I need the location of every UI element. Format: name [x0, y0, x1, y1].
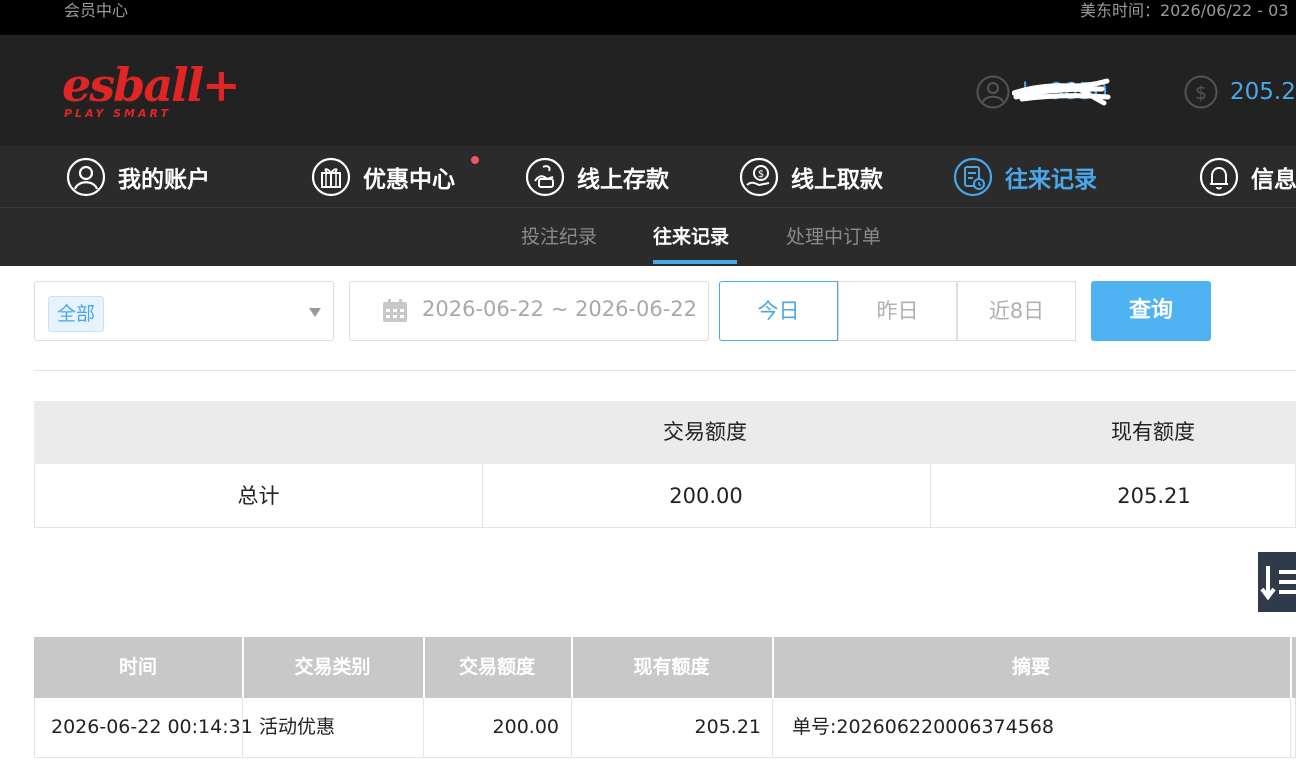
svg-text:$: $ — [758, 169, 764, 180]
quick-today-button[interactable]: 今日 — [719, 281, 838, 341]
col-summary: 摘要 — [1011, 656, 1050, 678]
summary-header-blank — [34, 401, 481, 464]
nav-messages[interactable]: 信息 — [1199, 156, 1296, 198]
nav-label: 线上取款 — [791, 167, 883, 193]
nav-label: 优惠中心 — [363, 167, 455, 193]
summary-total-amount: 200.00 — [669, 484, 743, 508]
sort-button[interactable] — [1258, 552, 1296, 612]
withdraw-icon: $ — [739, 157, 779, 197]
nav-transaction-records[interactable]: 往来记录 — [953, 156, 1097, 198]
logo-wordmark: esball+ — [62, 58, 241, 112]
nav-promotions[interactable]: 优惠中心 — [311, 156, 479, 198]
row-summary: 单号:202606220006374568 — [792, 716, 1054, 738]
summary-total-label: 总计 — [237, 484, 280, 508]
table-row: 2026-06-22 00:14:31 活动优惠 200.00 205.21 单… — [34, 698, 1296, 758]
date-range-text: 2026-06-22 ~ 2026-06-22 — [422, 297, 698, 321]
summary-total-balance: 205.21 — [1117, 484, 1191, 508]
redaction-scribble — [1012, 78, 1111, 106]
cell-divider — [242, 698, 243, 757]
cell-divider — [772, 698, 773, 757]
row-time: 2026-06-22 00:14:31 — [51, 716, 253, 738]
eastern-time-text: 美东时间：2026/06/22 - 03 — [1080, 1, 1289, 20]
col-time: 时间 — [118, 656, 157, 678]
subtab-pending-orders[interactable]: 处理中订单 — [786, 222, 881, 249]
selected-type-chip: 全部 — [48, 296, 105, 332]
user-circle-icon — [976, 75, 1010, 109]
logo-tagline: PLAY SMART — [64, 107, 171, 120]
col-balance: 现有额度 — [633, 656, 710, 678]
bell-icon — [1199, 157, 1239, 197]
header-balance: $ 205.21 — [1184, 75, 1296, 109]
active-tab-indicator — [653, 260, 737, 264]
site-header: esball+ PLAY SMART bc9850 $ 205.21 — [0, 35, 1296, 146]
records-header: 时间 交易类别 交易额度 现有额度 摘要 — [34, 637, 1296, 698]
row-type: 活动优惠 — [259, 716, 336, 738]
summary-header: 交易额度 现有额度 — [34, 401, 1296, 464]
row-amount: 200.00 — [492, 716, 559, 738]
header-divider — [1290, 637, 1292, 698]
esball-logo[interactable]: esball+ PLAY SMART — [62, 57, 241, 125]
top-bar: 会员中心 美东时间：2026/06/22 - 03 — [0, 0, 1296, 35]
balance-text: 205.21 — [1230, 79, 1296, 105]
calendar-icon — [383, 299, 407, 322]
chevron-down-icon — [309, 308, 321, 317]
row-balance: 205.21 — [694, 716, 761, 738]
quick-yesterday-button[interactable]: 昨日 — [838, 281, 957, 341]
divider — [34, 370, 1296, 371]
main-nav: 我的账户 优惠中心 线上存款 $ 线上取款 往来记录 信息 — [0, 146, 1296, 208]
subtab-bet-records[interactable]: 投注纪录 — [521, 222, 597, 249]
subtab-transaction-records[interactable]: 往来记录 — [653, 222, 729, 249]
sort-list-icon — [1260, 566, 1296, 601]
member-center-link[interactable]: 会员中心 — [64, 0, 128, 21]
user-icon — [66, 157, 106, 197]
col-type: 交易类别 — [294, 656, 371, 678]
dollar-circle-icon: $ — [1184, 75, 1218, 109]
nav-label: 我的账户 — [118, 167, 210, 193]
quick-last8days-button[interactable]: 近8日 — [957, 281, 1076, 341]
query-button[interactable]: 查询 — [1091, 281, 1211, 341]
date-range-input[interactable]: 2026-06-22 ~ 2026-06-22 — [349, 281, 709, 341]
sub-nav: 投注纪录 往来记录 处理中订单 — [0, 208, 1296, 266]
records-icon — [953, 157, 993, 197]
header-user[interactable]: bc9850 — [976, 75, 1111, 109]
nav-withdraw[interactable]: $ 线上取款 — [739, 156, 883, 198]
col-amount: 交易额度 — [458, 656, 535, 678]
summary-header-balance: 现有额度 — [1111, 420, 1195, 444]
notification-dot — [471, 156, 479, 164]
type-select[interactable]: 全部 — [34, 281, 334, 341]
cell-divider — [1290, 698, 1291, 757]
nav-label: 往来记录 — [1005, 167, 1097, 193]
summary-row: 总计 200.00 205.21 — [34, 464, 1296, 528]
nav-label: 线上存款 — [577, 167, 669, 193]
nav-label: 信息 — [1251, 167, 1296, 193]
deposit-icon — [525, 157, 565, 197]
gift-icon — [311, 157, 351, 197]
svg-text:$: $ — [1195, 82, 1207, 104]
nav-my-account[interactable]: 我的账户 — [66, 156, 210, 198]
summary-header-amount: 交易额度 — [663, 420, 747, 444]
nav-deposit[interactable]: 线上存款 — [525, 156, 669, 198]
